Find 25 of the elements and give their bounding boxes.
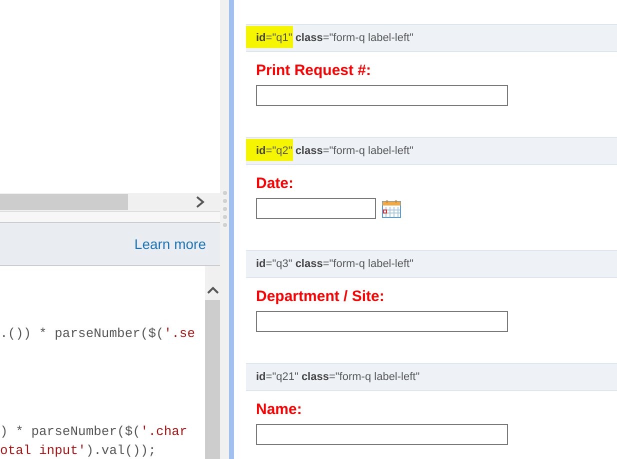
text-field[interactable]	[256, 424, 508, 445]
code-text: otal input'	[0, 443, 86, 458]
learn-more-link[interactable]: Learn more	[134, 236, 206, 252]
code-text: .()) * parseNumber($(	[0, 326, 164, 341]
code-text: ) * parseNumber($(	[0, 424, 140, 438]
chevron-up-icon[interactable]	[206, 286, 218, 294]
horizontal-scrollbar[interactable]	[0, 193, 220, 211]
field-label: Name:	[256, 401, 303, 419]
text-field[interactable]	[256, 311, 508, 332]
grip-dots-icon	[222, 190, 226, 226]
chevron-right-icon[interactable]	[195, 196, 205, 208]
attribute-text: id="q1" class="form-q label-left"	[256, 32, 414, 44]
date-field[interactable]	[256, 198, 376, 219]
field-label: Date:	[256, 175, 295, 193]
calendar-icon[interactable]	[382, 199, 401, 218]
field-label: Department / Site:	[256, 288, 386, 306]
vertical-scrollbar[interactable]	[205, 266, 220, 459]
attribute-text: id="q3" class="form-q label-left"	[256, 258, 414, 270]
text-field[interactable]	[256, 85, 508, 106]
code-text: '.char	[140, 424, 188, 438]
code-text: '.se	[164, 326, 196, 341]
code-text: ).val());	[86, 443, 156, 458]
field-label: Print Request #:	[256, 62, 372, 80]
attribute-text: id="q21" class="form-q label-left"	[256, 371, 420, 383]
attribute-text: id="q2" class="form-q label-left"	[256, 145, 414, 157]
